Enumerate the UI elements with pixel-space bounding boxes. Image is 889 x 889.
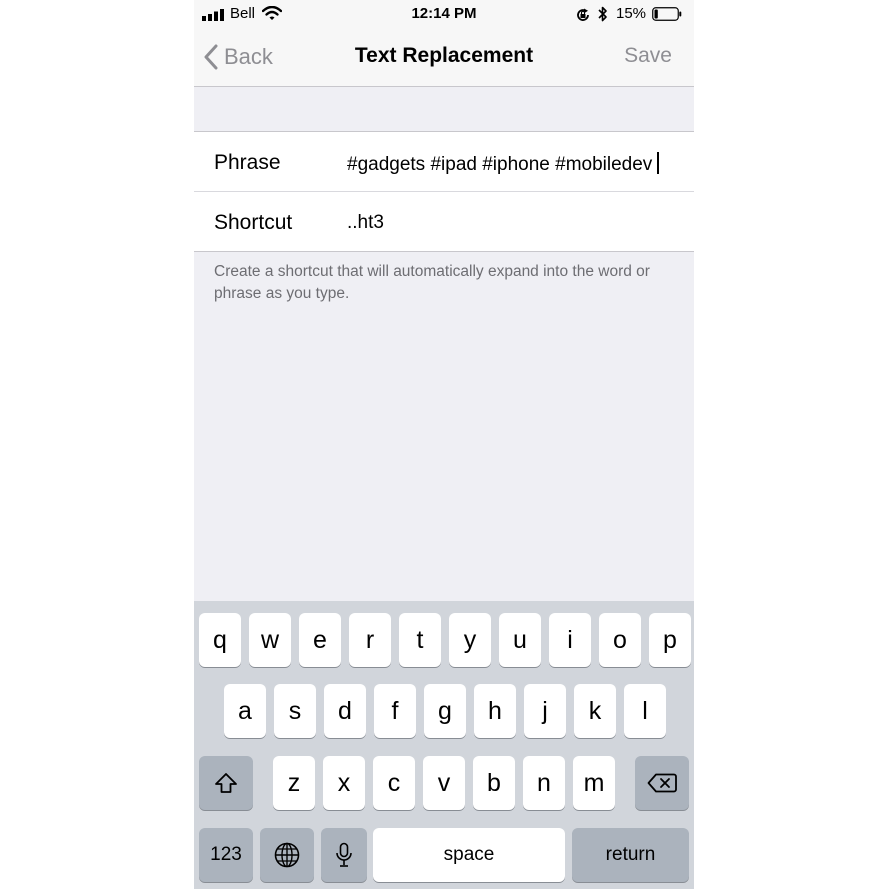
text-replacement-form: Phrase #gadgets #ipad #iphone #mobiledev… xyxy=(194,131,694,252)
phrase-row[interactable]: Phrase #gadgets #ipad #iphone #mobiledev xyxy=(194,132,694,191)
key-h[interactable]: h xyxy=(474,684,516,738)
numbers-key[interactable]: 123 xyxy=(199,828,253,882)
navigation-bar: Back Text Replacement Save xyxy=(194,28,694,87)
space-key[interactable]: space xyxy=(373,828,565,882)
footer-description: Create a shortcut that will automaticall… xyxy=(214,263,650,302)
key-l[interactable]: l xyxy=(624,684,666,738)
battery-percent: 15% xyxy=(616,5,647,22)
phrase-label: Phrase xyxy=(214,151,281,174)
key-u[interactable]: u xyxy=(499,613,541,667)
key-x[interactable]: x xyxy=(323,756,365,810)
key-o[interactable]: o xyxy=(599,613,641,667)
globe-key[interactable] xyxy=(260,828,314,882)
delete-icon xyxy=(647,773,677,793)
key-d[interactable]: d xyxy=(324,684,366,738)
delete-key[interactable] xyxy=(635,756,689,810)
shift-icon xyxy=(215,773,237,793)
phrase-value: #gadgets #ipad #iphone #mobiledev xyxy=(347,154,653,175)
key-c[interactable]: c xyxy=(373,756,415,810)
key-t[interactable]: t xyxy=(399,613,441,667)
shortcut-row[interactable]: Shortcut ..ht3 xyxy=(194,191,694,251)
orientation-lock-icon xyxy=(577,8,589,21)
key-n[interactable]: n xyxy=(523,756,565,810)
key-s[interactable]: s xyxy=(274,684,316,738)
key-g[interactable]: g xyxy=(424,684,466,738)
globe-icon xyxy=(274,842,300,868)
shortcut-input[interactable]: ..ht3 xyxy=(347,212,384,234)
shortcut-label: Shortcut xyxy=(214,211,293,234)
shift-key[interactable] xyxy=(199,756,253,810)
key-e[interactable]: e xyxy=(299,613,341,667)
keyboard: qwertyuiop asdfghjkl zxcvbnm 123 space r… xyxy=(194,601,694,889)
return-key[interactable]: return xyxy=(572,828,689,882)
key-b[interactable]: b xyxy=(473,756,515,810)
key-j[interactable]: j xyxy=(524,684,566,738)
key-i[interactable]: i xyxy=(549,613,591,667)
dictation-key[interactable] xyxy=(321,828,367,882)
key-y[interactable]: y xyxy=(449,613,491,667)
key-w[interactable]: w xyxy=(249,613,291,667)
key-a[interactable]: a xyxy=(224,684,266,738)
battery-icon xyxy=(652,7,682,21)
key-z[interactable]: z xyxy=(273,756,315,810)
phrase-input[interactable]: #gadgets #ipad #iphone #mobiledev xyxy=(347,152,660,176)
bluetooth-icon xyxy=(598,6,607,22)
key-f[interactable]: f xyxy=(374,684,416,738)
key-v[interactable]: v xyxy=(423,756,465,810)
key-k[interactable]: k xyxy=(574,684,616,738)
key-q[interactable]: q xyxy=(199,613,241,667)
microphone-icon xyxy=(336,842,352,867)
key-r[interactable]: r xyxy=(349,613,391,667)
phone-screen: Bell 12:14 PM 15% Back Text Replacement … xyxy=(194,0,694,889)
key-m[interactable]: m xyxy=(573,756,615,810)
page-title: Text Replacement xyxy=(354,44,534,67)
text-cursor xyxy=(657,152,660,174)
save-button[interactable]: Save xyxy=(624,44,672,68)
key-p[interactable]: p xyxy=(649,613,691,667)
status-bar: Bell 12:14 PM 15% xyxy=(194,0,694,28)
